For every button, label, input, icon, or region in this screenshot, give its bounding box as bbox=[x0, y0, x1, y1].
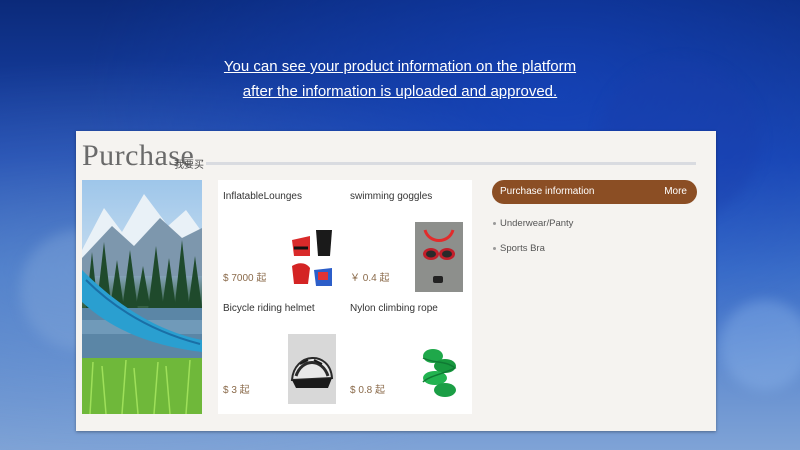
purchase-panel: Purchase 我要买 InflatableLounges $ 7000 起 … bbox=[76, 131, 716, 431]
hammock-illustration bbox=[82, 194, 202, 414]
product-price: $ 3 起 bbox=[223, 385, 250, 396]
caption: You can see your product information on … bbox=[0, 54, 800, 104]
product-name[interactable]: Bicycle riding helmet bbox=[223, 303, 315, 314]
product-price: ￥ 0.4 起 bbox=[350, 273, 390, 284]
product-name[interactable]: InflatableLounges bbox=[223, 191, 302, 202]
purchase-info-item[interactable]: Sports Bra bbox=[492, 243, 697, 254]
product-image-nylon-rope[interactable] bbox=[415, 334, 463, 404]
product-image-bicycle-helmet[interactable] bbox=[288, 334, 336, 404]
background-glow bbox=[720, 300, 800, 390]
product-card-inflatable-lounges[interactable]: InflatableLounges $ 7000 起 bbox=[218, 180, 342, 292]
caption-line-1: You can see your product information on … bbox=[223, 58, 577, 75]
product-price: $ 0.8 起 bbox=[350, 385, 386, 396]
section-subtitle: 我要买 bbox=[174, 160, 204, 171]
purchase-information-header: Purchase information More bbox=[492, 180, 697, 204]
purchase-information-title: Purchase information bbox=[500, 186, 595, 197]
product-image-inflatable-lounges[interactable] bbox=[288, 222, 336, 292]
purchase-information-box: Purchase information More Underwear/Pant… bbox=[492, 180, 697, 254]
product-card-bicycle-helmet[interactable]: Bicycle riding helmet $ 3 起 bbox=[218, 292, 342, 404]
product-card-swimming-goggles[interactable]: swimming goggles ￥ 0.4 起 bbox=[345, 180, 469, 292]
header-divider bbox=[206, 162, 696, 165]
more-link[interactable]: More bbox=[664, 186, 687, 197]
product-name[interactable]: Nylon climbing rope bbox=[350, 303, 438, 314]
product-name[interactable]: swimming goggles bbox=[350, 191, 432, 202]
product-image-swimming-goggles[interactable] bbox=[415, 222, 463, 292]
hammock-banner-image[interactable] bbox=[82, 180, 202, 414]
product-card-nylon-rope[interactable]: Nylon climbing rope $ 0.8 起 bbox=[345, 292, 469, 404]
product-grid: InflatableLounges $ 7000 起 swimming gogg… bbox=[218, 180, 472, 414]
section-header: Purchase 我要买 bbox=[82, 139, 712, 179]
purchase-info-item[interactable]: Underwear/Panty bbox=[492, 218, 697, 229]
product-price: $ 7000 起 bbox=[223, 273, 267, 284]
caption-line-2: after the information is uploaded and ap… bbox=[242, 83, 558, 100]
